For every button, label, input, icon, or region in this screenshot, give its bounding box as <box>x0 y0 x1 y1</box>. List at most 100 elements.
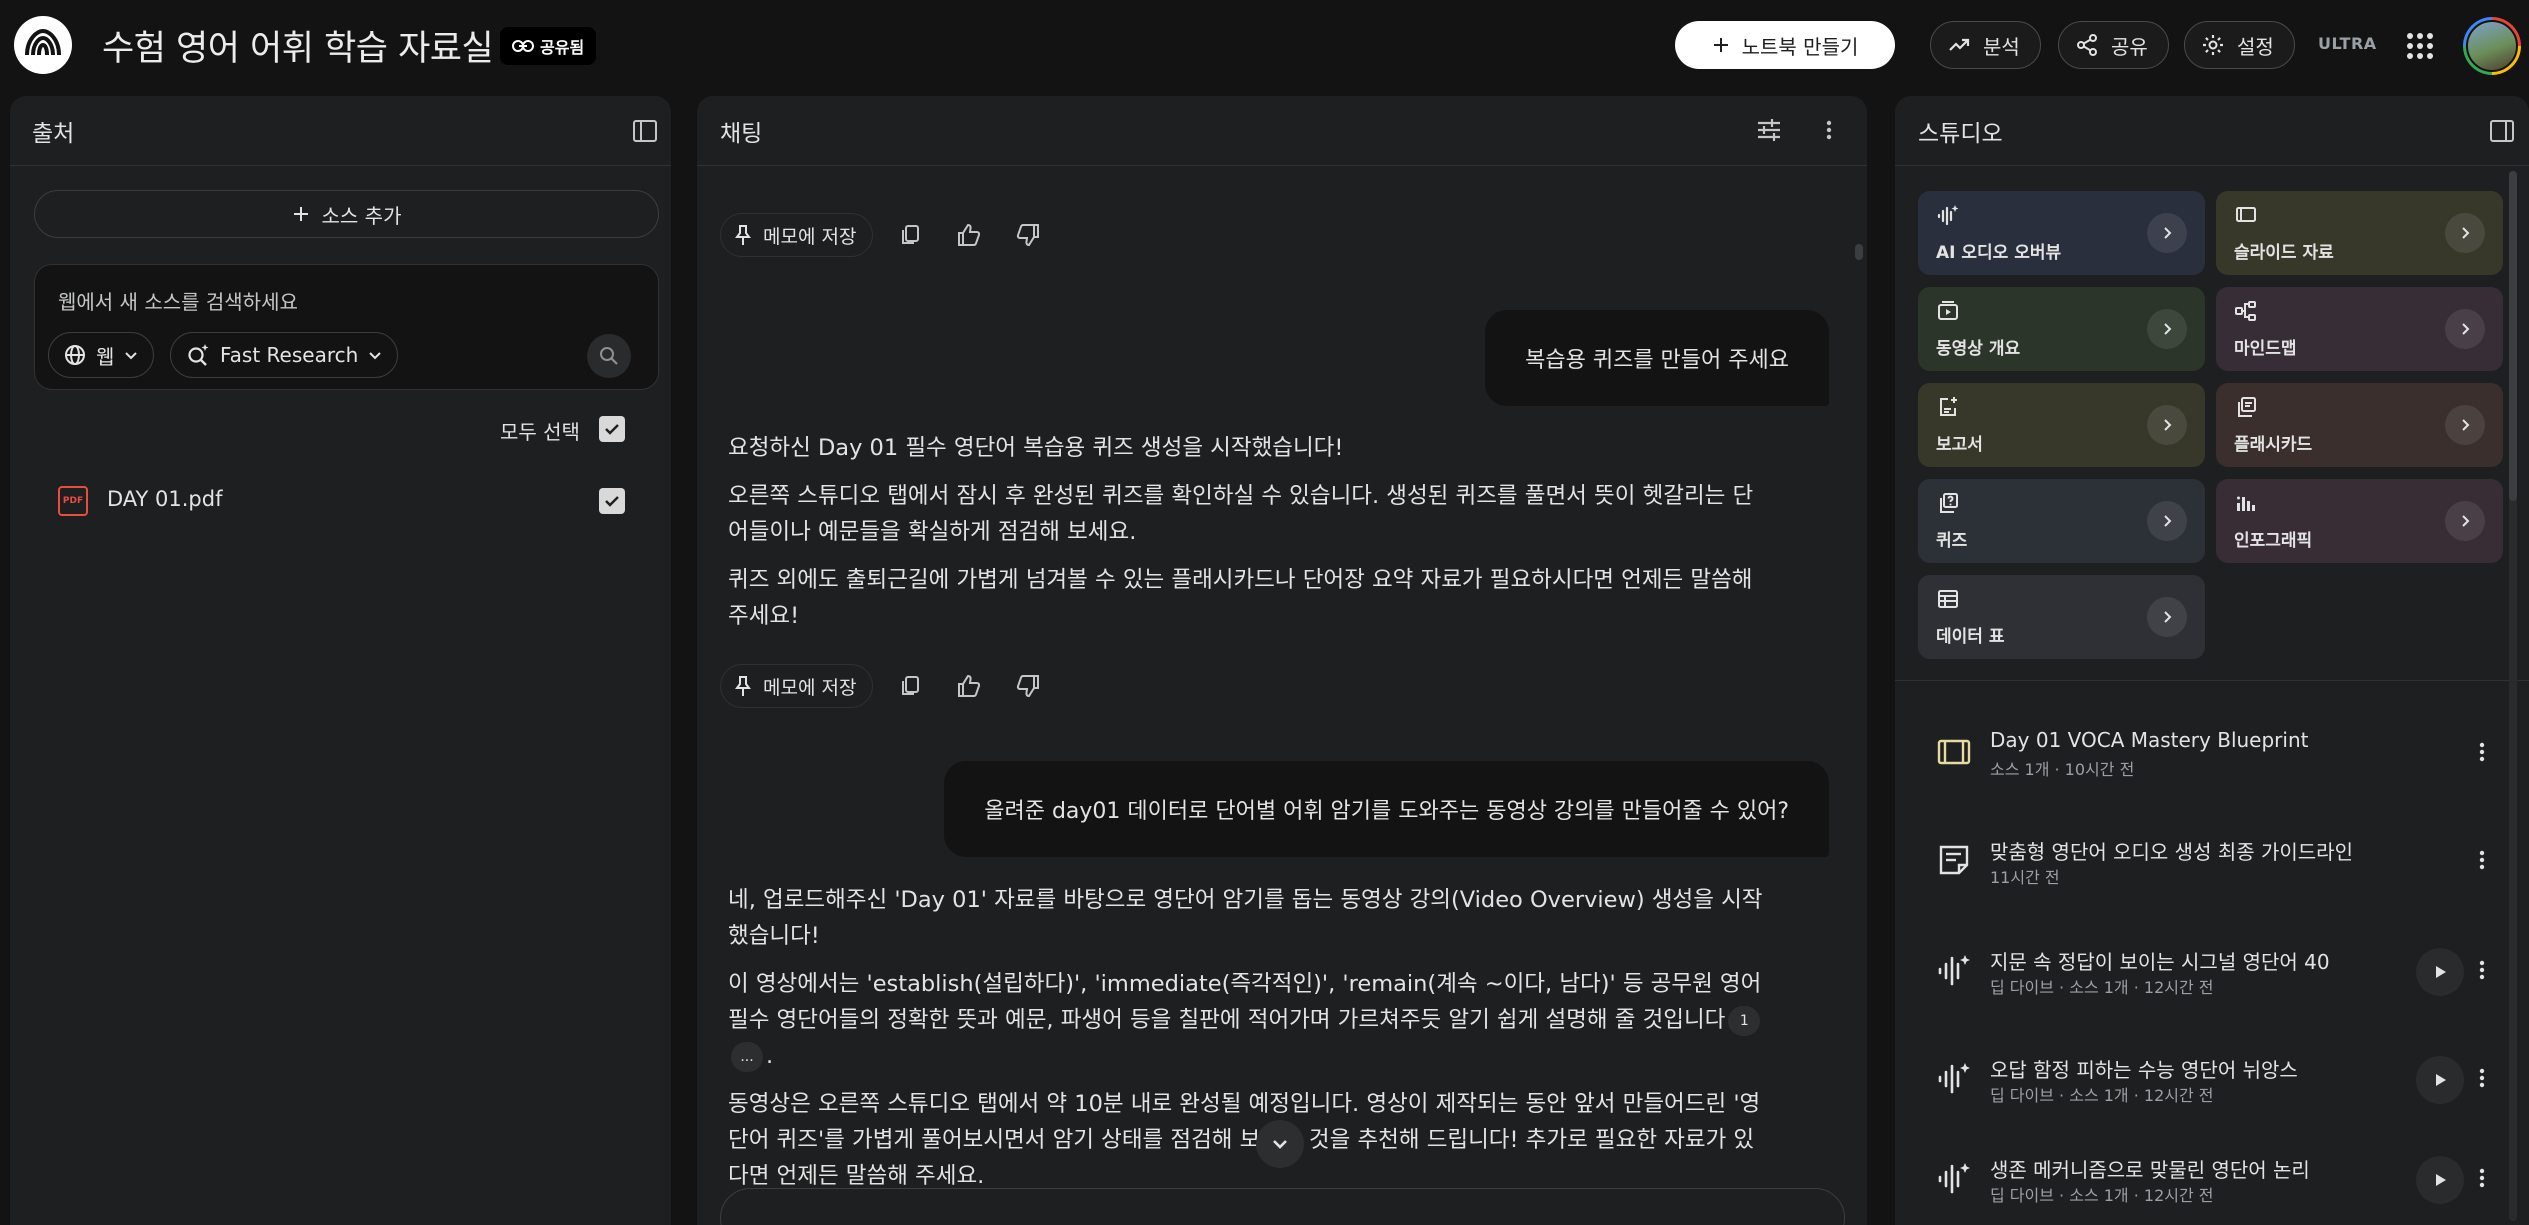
shared-badge[interactable]: 공유됨 <box>500 27 597 65</box>
artifact-item[interactable]: Day 01 VOCA Mastery Blueprint 소스 1개 · 10… <box>1920 708 2500 798</box>
create-notebook-button[interactable]: 노트북 만들기 <box>1675 21 1895 69</box>
slides-icon <box>2234 203 2258 227</box>
pin-icon <box>733 675 753 697</box>
account-avatar[interactable] <box>2463 17 2521 75</box>
tile-label: 동영상 개요 <box>1936 339 2021 359</box>
tile-mindmap[interactable]: 마인드맵 <box>2216 287 2503 371</box>
slides-icon <box>1936 734 1972 770</box>
settings-button[interactable]: 설정 <box>2184 21 2295 69</box>
artifact-title: Day 01 VOCA Mastery Blueprint <box>1990 728 2309 752</box>
top-bar: 수험 영어 어휘 학습 자료실 공유됨 노트북 만들기 분석 공유 설정 ULT… <box>0 0 2529 92</box>
tile-ai-audio-overview[interactable]: AI 오디오 오버뷰 <box>1918 191 2205 275</box>
copy-icon[interactable] <box>888 213 932 257</box>
add-source-button[interactable]: 소스 추가 <box>34 190 659 238</box>
artifact-meta: 소스 1개 · 10시간 전 <box>1990 760 2135 779</box>
citation-chip[interactable]: 1 <box>1728 1005 1761 1036</box>
studio-header: 스튜디오 <box>1895 96 2529 166</box>
reply-paragraph: 이 영상에서는 'establish(설립하다)', 'immediate(즉각… <box>728 966 1768 1074</box>
more-vert-icon[interactable] <box>2470 740 2494 764</box>
share-button[interactable]: 공유 <box>2058 21 2169 69</box>
save-to-note-button[interactable]: 메모에 저장 <box>720 213 874 257</box>
scroll-to-bottom-button[interactable] <box>1256 1120 1304 1168</box>
chat-input[interactable] <box>720 1188 1845 1225</box>
search-submit-button[interactable] <box>587 334 631 378</box>
reply-paragraph: 퀴즈 외에도 출퇴근길에 가볍게 넘겨볼 수 있는 플래시카드나 단어장 요약 … <box>728 567 1753 629</box>
artifact-meta: 딥 다이브 · 소스 1개 · 12시간 전 <box>1990 1186 2214 1205</box>
tile-infographic[interactable]: 인포그래픽 <box>2216 479 2503 563</box>
tile-label: 마인드맵 <box>2234 339 2297 359</box>
audio-wave-icon <box>1936 1160 1972 1196</box>
more-vert-icon[interactable] <box>2470 958 2494 982</box>
note-icon <box>1936 842 1972 878</box>
more-vert-icon[interactable] <box>1817 118 1841 142</box>
video-icon <box>1936 299 1960 323</box>
more-vert-icon[interactable] <box>2470 1066 2494 1090</box>
gear-icon <box>2201 33 2225 57</box>
chevron-down-icon <box>1269 1133 1291 1155</box>
save-to-note-label: 메모에 저장 <box>763 225 857 248</box>
chevron-right-icon <box>2147 405 2187 445</box>
play-button[interactable] <box>2416 1056 2464 1104</box>
reply-paragraph: 요청하신 Day 01 필수 영단어 복습용 퀴즈 생성을 시작했습니다! <box>728 435 1344 461</box>
tile-flashcards[interactable]: 플래시카드 <box>2216 383 2503 467</box>
chat-scrollbar[interactable] <box>1855 244 1863 260</box>
play-button[interactable] <box>2416 1156 2464 1204</box>
add-source-label: 소스 추가 <box>321 203 402 228</box>
artifact-meta: 딥 다이브 · 소스 1개 · 12시간 전 <box>1990 978 2214 997</box>
thumbs-up-icon[interactable] <box>947 664 991 708</box>
plus-icon <box>292 205 310 223</box>
infographic-icon <box>2234 491 2258 515</box>
citation-more-chip[interactable]: ... <box>731 1041 763 1072</box>
reply-paragraph: 동영상은 오른쪽 스튜디오 탭에서 약 10분 내로 완성될 예정입니다. 영상… <box>728 1091 1761 1189</box>
notebook-title[interactable]: 수험 영어 어휘 학습 자료실 <box>102 20 494 71</box>
artifact-item[interactable]: 오답 함정 피하는 수능 영단어 뉘앙스 딥 다이브 · 소스 1개 · 12시… <box>1920 1034 2500 1124</box>
tune-icon[interactable] <box>1755 116 1783 144</box>
collapse-panel-icon[interactable] <box>2489 118 2515 144</box>
research-chip-label: Fast Research <box>220 343 359 367</box>
research-mode-dropdown[interactable]: Fast Research <box>170 332 399 378</box>
thumbs-down-icon[interactable] <box>1006 664 1050 708</box>
sources-header: 출처 <box>10 96 671 166</box>
audio-wave-icon <box>1936 952 1972 988</box>
artifact-title: 지문 속 정답이 보이는 시그널 영단어 40 <box>1990 950 2330 974</box>
thumbs-up-icon[interactable] <box>947 213 991 257</box>
web-source-dropdown[interactable]: 웹 <box>48 332 155 378</box>
artifact-item[interactable]: 지문 속 정답이 보이는 시그널 영단어 40 딥 다이브 · 소스 1개 · … <box>1920 926 2500 1016</box>
shared-badge-label: 공유됨 <box>540 38 585 57</box>
save-to-note-label: 메모에 저장 <box>763 676 857 699</box>
tile-quiz[interactable]: 퀴즈 <box>1918 479 2205 563</box>
user-message-bubble: 올려준 day01 데이터로 단어별 어휘 암기를 도와주는 동영상 강의를 만… <box>944 761 1829 857</box>
save-to-note-button[interactable]: 메모에 저장 <box>720 664 874 708</box>
tile-label: 퀴즈 <box>1936 531 1968 551</box>
settings-label: 설정 <box>2237 34 2274 59</box>
reply-text: . <box>766 1043 774 1069</box>
artifact-title: 맞춤형 영단어 오디오 생성 최종 가이드라인 <box>1990 840 2353 864</box>
more-vert-icon[interactable] <box>2470 1166 2494 1190</box>
chevron-right-icon <box>2147 213 2187 253</box>
tile-slides[interactable]: 슬라이드 자료 <box>2216 191 2503 275</box>
tile-report[interactable]: 보고서 <box>1918 383 2205 467</box>
studio-scrollbar[interactable] <box>2509 171 2517 501</box>
tile-video-overview[interactable]: 동영상 개요 <box>1918 287 2205 371</box>
artifact-item[interactable]: 맞춤형 영단어 오디오 생성 최종 가이드라인 11시간 전 <box>1920 816 2500 906</box>
play-button[interactable] <box>2416 948 2464 996</box>
plan-badge: ULTRA <box>2318 34 2377 53</box>
web-search-input[interactable]: 웹에서 새 소스를 검색하세요 <box>58 286 298 315</box>
copy-icon[interactable] <box>888 664 932 708</box>
artifact-item[interactable]: 생존 메커니즘으로 맞물린 영단어 논리 딥 다이브 · 소스 1개 · 12시… <box>1920 1134 2500 1224</box>
tile-data-table[interactable]: 데이터 표 <box>1918 575 2205 659</box>
collapse-panel-icon[interactable] <box>632 118 658 144</box>
select-all-checkbox[interactable] <box>599 416 625 442</box>
chat-title: 채팅 <box>720 121 763 147</box>
notebooklm-logo-icon[interactable] <box>14 16 72 74</box>
artifact-meta: 11시간 전 <box>1990 868 2060 887</box>
analytics-button[interactable]: 분석 <box>1930 21 2041 69</box>
source-checkbox[interactable] <box>599 488 625 514</box>
thumbs-down-icon[interactable] <box>1006 213 1050 257</box>
more-vert-icon[interactable] <box>2470 848 2494 872</box>
apps-grid-icon[interactable] <box>2404 30 2436 62</box>
audio-wave-icon <box>1936 203 1960 227</box>
chevron-right-icon <box>2147 597 2187 637</box>
web-chip-label: 웹 <box>96 344 115 369</box>
tile-label: 보고서 <box>1936 435 1983 455</box>
